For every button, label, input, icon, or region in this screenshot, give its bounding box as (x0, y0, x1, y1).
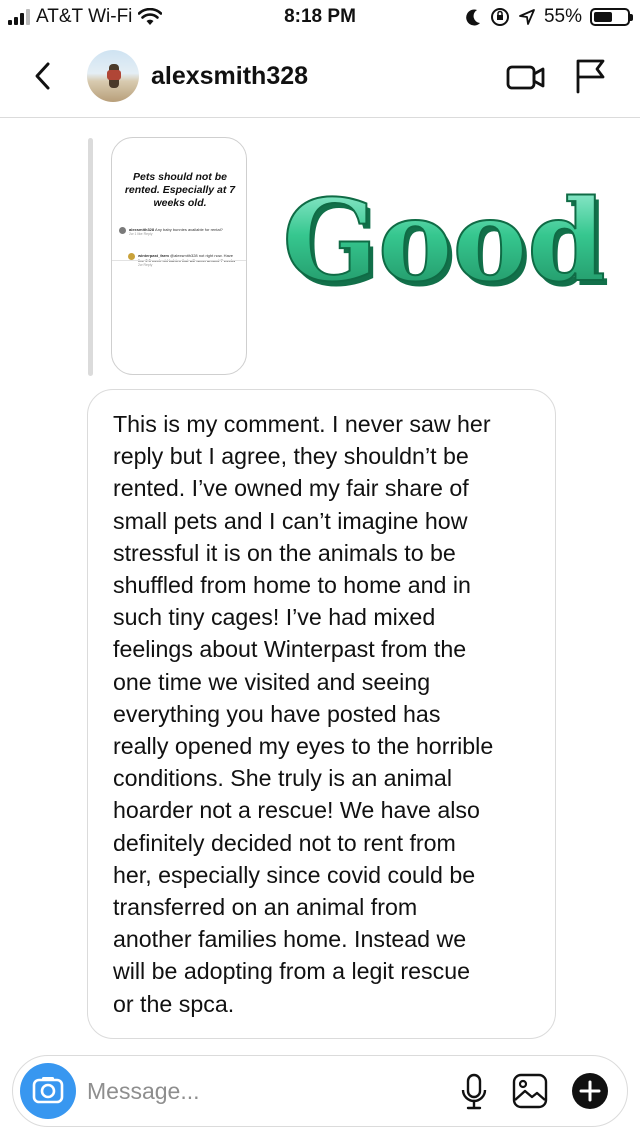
gallery-button[interactable] (511, 1072, 549, 1110)
status-bar: AT&T Wi-Fi 8:18 PM 55% (0, 0, 640, 34)
battery-icon (590, 8, 633, 26)
commenter-avatar (128, 253, 135, 260)
avatar[interactable] (87, 50, 139, 102)
commenter-avatar (119, 227, 126, 234)
microphone-button[interactable] (459, 1072, 489, 1112)
moon-icon (466, 9, 480, 26)
username[interactable]: alexsmith328 (151, 62, 308, 91)
story-title: Pets should not be rented. Especially at… (124, 171, 236, 209)
camera-icon (32, 1077, 64, 1104)
avatar-figure-shirt (107, 70, 121, 80)
message-text: This is my comment. I never saw her repl… (113, 411, 494, 1017)
battery-level (594, 12, 612, 22)
flag-button[interactable] (572, 56, 608, 96)
story-comment-meta: 2w 1 like Reply (129, 232, 153, 236)
story-comment: alexsmith328 Any baby bunnies available … (119, 227, 241, 237)
sticker-text: Good (282, 180, 605, 302)
story-comment-body: alexsmith328 Any baby bunnies available … (129, 227, 223, 237)
story-comment-meta: 2w Reply (138, 263, 153, 267)
add-button[interactable] (571, 1072, 609, 1110)
video-call-button[interactable] (505, 60, 547, 94)
message-composer (12, 1055, 628, 1127)
conversation-header: alexsmith328 (0, 34, 640, 118)
message-bubble[interactable]: This is my comment. I never saw her repl… (87, 389, 556, 1039)
status-right: 55% (466, 6, 633, 28)
shared-story-card[interactable]: Pets should not be rented. Especially at… (111, 137, 247, 375)
message-input[interactable] (87, 1074, 447, 1108)
story-comment-text: Any baby bunnies available for rental? (155, 227, 223, 232)
orientation-lock-icon (490, 8, 509, 26)
reply-indicator-bar (88, 138, 93, 376)
back-button[interactable] (28, 56, 58, 96)
story-divider (112, 260, 246, 261)
battery-percent: 55% (543, 6, 582, 27)
location-arrow-icon (519, 9, 535, 25)
camera-button[interactable] (20, 1063, 76, 1119)
good-sticker[interactable]: Good Good (244, 180, 640, 302)
